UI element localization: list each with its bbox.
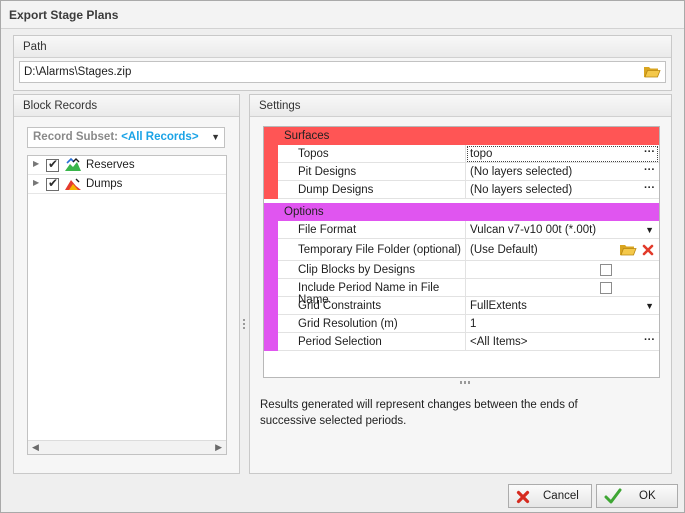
tree-item-label: Reserves (86, 159, 135, 171)
prop-value: (Use Default) (470, 244, 538, 256)
prop-value: (No layers selected) (470, 166, 573, 178)
scroll-left-icon[interactable]: ◀ (32, 442, 39, 453)
prop-value: Vulcan v7-v10 00t (*.00t) (470, 224, 597, 236)
prop-row-file-format[interactable]: File Format Vulcan v7-v10 00t (*.00t) ▼ (264, 221, 659, 239)
open-folder-icon[interactable] (619, 243, 637, 257)
settings-title: Settings (259, 100, 301, 112)
chevron-down-icon[interactable]: ▼ (211, 132, 220, 142)
prop-row-grid-resolution[interactable]: Grid Resolution (m) 1 (264, 315, 659, 333)
prop-value: <All Items> (470, 336, 528, 348)
prop-row-period-selection[interactable]: Period Selection <All Items> ··· (264, 333, 659, 351)
period-selection-editor[interactable]: <All Items> ··· (466, 333, 659, 351)
horizontal-scrollbar[interactable]: ◀ ▶ (28, 440, 226, 454)
dumps-checkbox[interactable] (46, 176, 59, 191)
red-x-icon (516, 490, 530, 504)
cancel-button[interactable]: Cancel (508, 484, 592, 508)
open-folder-icon[interactable] (643, 65, 661, 79)
ok-button[interactable]: OK (596, 484, 678, 508)
category-surfaces[interactable]: Surfaces (264, 127, 659, 145)
prop-name: Grid Resolution (m) (298, 318, 398, 330)
chevron-down-icon[interactable]: ▼ (645, 301, 654, 311)
title-bar: Export Stage Plans (1, 1, 684, 29)
temporary-folder-editor[interactable]: (Use Default) (466, 239, 659, 261)
tree-item-label: Dumps (86, 178, 123, 190)
prop-value: topo (470, 148, 493, 160)
prop-name: Topos (298, 148, 329, 160)
category-options[interactable]: Options (264, 203, 659, 221)
pit-designs-value-editor[interactable]: (No layers selected) ··· (466, 163, 659, 181)
path-value: D:\Alarms\Stages.zip (24, 66, 132, 78)
record-subset-combo[interactable]: Record Subset: <All Records> ▼ (27, 127, 225, 148)
ellipsis-button[interactable]: ··· (644, 164, 655, 176)
prop-row-pit-designs[interactable]: Pit Designs (No layers selected) ··· (264, 163, 659, 181)
ok-label: OK (639, 490, 656, 502)
dumps-icon (65, 178, 81, 190)
ellipsis-button[interactable]: ··· (644, 146, 655, 158)
prop-name: Dump Designs (298, 184, 374, 196)
clip-blocks-checkbox[interactable] (600, 264, 612, 276)
prop-row-include-period-name[interactable]: Include Period Name in File Name (264, 279, 659, 306)
reserves-checkbox[interactable] (46, 157, 59, 172)
dump-designs-value-editor[interactable]: (No layers selected) ··· (466, 181, 659, 199)
prop-value: FullExtents (470, 300, 527, 312)
tree-item-reserves[interactable]: ▶ Reserves (28, 156, 226, 175)
prop-row-grid-constraints[interactable]: Grid Constraints FullExtents ▼ (264, 297, 659, 315)
file-format-dropdown[interactable]: Vulcan v7-v10 00t (*.00t) ▼ (466, 221, 659, 239)
scroll-right-icon[interactable]: ▶ (215, 442, 222, 453)
topos-value-editor[interactable]: topo ··· (466, 145, 659, 163)
ellipsis-button[interactable]: ··· (644, 182, 655, 194)
chevron-down-icon[interactable]: ▼ (645, 225, 654, 235)
prop-row-topos[interactable]: Topos topo ··· (264, 145, 659, 163)
path-group-title: Path (23, 41, 47, 53)
record-subset-value: <All Records> (121, 131, 199, 143)
grid-resolution-input[interactable]: 1 (466, 315, 659, 333)
window-title: Export Stage Plans (9, 8, 119, 22)
prop-name: File Format (298, 224, 357, 236)
export-stage-plans-dialog: Export Stage Plans Path D:\Alarms\Stages… (0, 0, 685, 513)
prop-value: (No layers selected) (470, 184, 573, 196)
splitter-handle[interactable] (242, 319, 246, 331)
cancel-label: Cancel (543, 490, 579, 502)
prop-name: Clip Blocks by Designs (298, 264, 415, 276)
prop-row-dump-designs[interactable]: Dump Designs (No layers selected) ··· (264, 181, 659, 199)
include-period-name-checkbox[interactable] (600, 282, 612, 294)
prop-name: Grid Constraints (298, 300, 382, 312)
block-records-tree: ▶ Reserves ▶ Dumps ◀ ▶ (27, 155, 227, 455)
grid-constraints-dropdown[interactable]: FullExtents ▼ (466, 297, 659, 315)
green-check-icon (604, 488, 622, 504)
prop-name: Period Selection (298, 336, 382, 348)
ellipsis-button[interactable]: ··· (644, 334, 655, 346)
expand-arrow-icon[interactable]: ▶ (33, 159, 39, 168)
prop-name: Temporary File Folder (optional) (298, 244, 461, 256)
property-grid: Surfaces Topos topo ··· Pit Designs (No … (263, 126, 660, 378)
category-label: Options (284, 206, 324, 218)
prop-row-temporary-folder[interactable]: Temporary File Folder (optional) (Use De… (264, 239, 659, 261)
path-input[interactable]: D:\Alarms\Stages.zip (19, 61, 666, 83)
tree-item-dumps[interactable]: ▶ Dumps (28, 175, 226, 194)
settings-description: Results generated will represent changes… (260, 399, 578, 427)
prop-row-clip-blocks[interactable]: Clip Blocks by Designs (264, 261, 659, 279)
reserves-icon (65, 158, 81, 171)
clear-x-icon[interactable] (642, 244, 654, 256)
description-splitter-handle[interactable] (460, 381, 472, 384)
expand-arrow-icon[interactable]: ▶ (33, 178, 39, 187)
category-label: Surfaces (284, 130, 330, 142)
record-subset-label: Record Subset: (33, 131, 118, 143)
block-records-title: Block Records (23, 100, 98, 112)
prop-value: 1 (470, 318, 477, 330)
prop-name: Pit Designs (298, 166, 357, 178)
